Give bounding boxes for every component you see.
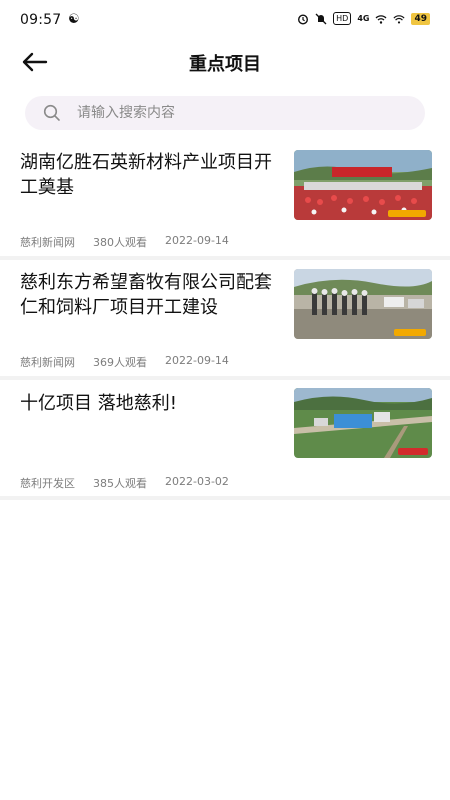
search-icon — [43, 104, 60, 121]
mute-icon — [315, 13, 327, 24]
article-meta: 慈利新闻网 380人观看 2022-09-14 — [20, 234, 247, 250]
article-title: 十亿项目 落地慈利! — [20, 393, 177, 414]
hd-icon: HD — [333, 12, 352, 25]
list-item[interactable]: 十亿项目 落地慈利! 慈利开发区 385人观看 2022-03-02 — [0, 380, 450, 500]
status-bar: 09:57 ☯ HD 4G 49 — [0, 0, 450, 40]
list-item[interactable]: 湖南亿胜石英新材料产业项目开工奠基 慈利新闻网 380人观看 2022-09-1… — [0, 140, 450, 260]
article-source: 慈利新闻网 — [20, 236, 75, 249]
article-views: 385人观看 — [93, 477, 147, 490]
article-views: 380人观看 — [93, 236, 147, 249]
article-date: 2022-03-02 — [165, 475, 229, 488]
article-title: 湖南亿胜石英新材料产业项目开工奠基 — [20, 152, 272, 198]
article-date: 2022-09-14 — [165, 354, 229, 367]
alarm-icon — [298, 13, 309, 25]
article-meta: 慈利开发区 385人观看 2022-03-02 — [20, 475, 247, 491]
signal-icon — [393, 14, 406, 24]
battery-icon: 49 — [411, 12, 430, 25]
article-views: 369人观看 — [93, 356, 147, 369]
article-source: 慈利开发区 — [20, 477, 75, 490]
article-list: 湖南亿胜石英新材料产业项目开工奠基 慈利新闻网 380人观看 2022-09-1… — [0, 140, 450, 500]
wifi-icon — [376, 14, 387, 24]
status-time: 09:57 — [20, 12, 62, 28]
article-title: 慈利东方希望畜牧有限公司配套仁和饲料厂项目开工建设 — [20, 272, 272, 318]
article-meta: 慈利新闻网 369人观看 2022-09-14 — [20, 354, 247, 370]
ceremony-photo-icon — [294, 150, 432, 220]
status-icons: HD 4G 49 — [297, 12, 430, 25]
search-bar[interactable] — [25, 96, 425, 130]
construction-site-photo-icon — [294, 269, 432, 339]
app-notification-icon: ☯ — [68, 12, 80, 27]
page-title: 重点项目 — [189, 54, 261, 75]
article-source: 慈利新闻网 — [20, 356, 75, 369]
article-thumbnail — [294, 269, 432, 339]
article-thumbnail — [294, 388, 432, 458]
article-date: 2022-09-14 — [165, 234, 229, 247]
article-thumbnail — [294, 150, 432, 220]
aerial-factory-photo-icon — [294, 388, 432, 458]
network-label: 4G — [357, 14, 370, 23]
search-input[interactable] — [77, 96, 407, 130]
list-item[interactable]: 慈利东方希望畜牧有限公司配套仁和饲料厂项目开工建设 慈利新闻网 369人观看 2… — [0, 260, 450, 380]
app-header: 重点项目 — [0, 40, 450, 84]
